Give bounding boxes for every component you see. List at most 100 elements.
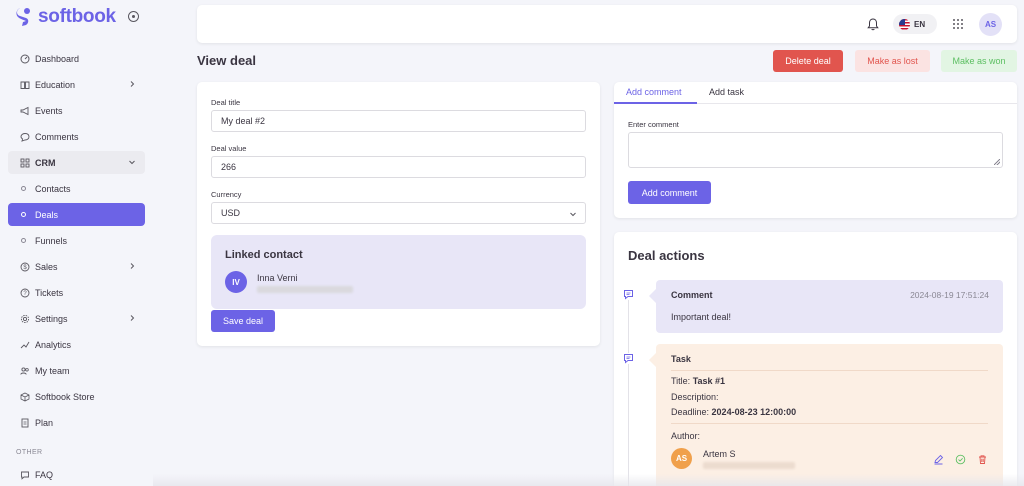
author-email-redacted [703, 462, 795, 469]
sidebar-item-settings[interactable]: Settings [8, 307, 145, 330]
timeline-line [628, 300, 629, 486]
bullet-icon [21, 186, 26, 191]
author-name: Artem S [703, 449, 736, 459]
document-icon [20, 418, 30, 428]
contact-avatar[interactable]: IV [225, 271, 247, 293]
sidebar-item-analytics[interactable]: Analytics [8, 333, 145, 356]
active-tab-indicator [614, 102, 697, 104]
section-label-other: OTHER [16, 449, 43, 456]
currency-label: Currency [211, 190, 242, 199]
deal-actions-heading: Deal actions [628, 248, 705, 263]
dollar-icon: $ [20, 262, 30, 272]
sidebar-item-education[interactable]: Education [8, 73, 145, 96]
task-deadline-prefix: Deadline: [671, 407, 710, 417]
sidebar-item-label: Contacts [35, 183, 71, 194]
deal-value-label: Deal value [211, 144, 247, 153]
contact-name[interactable]: Inna Verni [257, 273, 298, 283]
sidebar-collapse-icon[interactable] [128, 11, 139, 22]
sidebar-item-label: Plan [35, 417, 54, 428]
help-icon: ? [20, 288, 30, 298]
tab-add-comment[interactable]: Add comment [626, 87, 682, 97]
sidebar-item-faq[interactable]: FAQ [8, 463, 145, 486]
save-deal-button[interactable]: Save deal [211, 310, 275, 332]
page-title: View deal [197, 53, 257, 68]
comment-timeline-icon [623, 289, 634, 300]
divider [671, 423, 988, 424]
chevron-right-icon [130, 263, 135, 269]
task-timeline-icon [623, 353, 634, 364]
sidebar-item-label: Analytics [35, 339, 72, 350]
complete-task-icon[interactable] [955, 454, 966, 465]
chevron-right-icon [130, 81, 135, 87]
timeline-task: Task Title: Task #1 Description: Deadlin… [649, 344, 1003, 486]
sidebar-item-label: CRM [35, 157, 56, 168]
sidebar-item-label: Funnels [35, 235, 68, 246]
bullet-icon [21, 238, 26, 243]
language-switcher[interactable]: EN [893, 14, 937, 34]
sidebar-item-plan[interactable]: Plan [8, 411, 145, 434]
mark-lost-button[interactable]: Make as lost [855, 50, 930, 72]
sidebar-item-label: Education [35, 79, 76, 90]
task-description-label: Description: [671, 392, 719, 402]
task-deadline-row: Deadline: 2024-08-23 12:00:00 [671, 407, 796, 417]
sidebar-nav: Dashboard Education Events Comments CRM … [8, 47, 145, 437]
comment-text: Important deal! [671, 312, 732, 322]
sidebar-item-label: Deals [35, 209, 59, 220]
contact-email-redacted [257, 286, 353, 293]
delete-deal-button[interactable]: Delete deal [773, 50, 843, 72]
sidebar-item-deals[interactable]: Deals [8, 203, 145, 226]
sidebar-item-label: Softbook Store [35, 391, 95, 402]
linked-contact-heading: Linked contact [225, 249, 303, 261]
apps-grid-icon[interactable] [953, 19, 963, 29]
currency-value: USD [221, 208, 241, 218]
deal-value-input[interactable]: 266 [211, 156, 586, 178]
comment-textarea[interactable] [628, 132, 1003, 168]
timeline-comment: Comment 2024-08-19 17:51:24 Important de… [649, 280, 1003, 333]
sidebar-item-events[interactable]: Events [8, 99, 145, 122]
sidebar-item-softbook-store[interactable]: Softbook Store [8, 385, 145, 408]
sidebar-item-my-team[interactable]: My team [8, 359, 145, 382]
edit-task-icon[interactable] [933, 454, 944, 465]
deal-title-input[interactable]: My deal #2 [211, 110, 586, 132]
delete-task-icon[interactable] [977, 454, 988, 465]
gear-icon [20, 314, 30, 324]
mark-won-button[interactable]: Make as won [941, 50, 1017, 72]
linked-contact-panel: Linked contact IV Inna Verni [211, 235, 586, 309]
entry-type: Task [671, 354, 691, 364]
grid-icon [20, 158, 30, 168]
sidebar: softbook Dashboard Education Events Comm… [0, 0, 153, 486]
sidebar-item-label: FAQ [35, 469, 54, 480]
sidebar-item-crm[interactable]: CRM [8, 151, 145, 174]
users-icon [20, 366, 30, 376]
chevron-down-icon [129, 160, 135, 165]
sidebar-item-dashboard[interactable]: Dashboard [8, 47, 145, 70]
notification-bell-icon[interactable] [867, 18, 879, 31]
logo[interactable]: softbook [14, 6, 116, 28]
sidebar-item-sales[interactable]: $ Sales [8, 255, 145, 278]
sidebar-item-label: Tickets [35, 287, 64, 298]
book-icon [20, 80, 30, 90]
entry-type: Comment [671, 290, 713, 300]
comment-tabs: Add comment Add task [614, 82, 1017, 104]
resize-handle-icon[interactable] [994, 159, 1000, 165]
add-comment-button[interactable]: Add comment [628, 181, 711, 204]
task-title-prefix: Title: [671, 376, 691, 386]
megaphone-icon [20, 106, 30, 116]
sidebar-item-contacts[interactable]: Contacts [8, 177, 145, 200]
currency-select[interactable]: USD [211, 202, 586, 224]
user-avatar[interactable]: AS [979, 13, 1002, 36]
sidebar-item-comments[interactable]: Comments [8, 125, 145, 148]
sidebar-item-label: Sales [35, 261, 58, 272]
sidebar-item-label: Settings [35, 313, 68, 324]
task-title-value: Task #1 [692, 376, 726, 386]
store-icon [20, 392, 30, 402]
sidebar-item-tickets[interactable]: ? Tickets [8, 281, 145, 304]
language-code: EN [914, 19, 926, 29]
task-deadline-value: 2024-08-23 12:00:00 [711, 407, 797, 417]
softbook-logo-icon [16, 8, 30, 26]
sidebar-item-funnels[interactable]: Funnels [8, 229, 145, 252]
deal-title-label: Deal title [211, 98, 241, 107]
tab-add-task[interactable]: Add task [709, 87, 744, 97]
entry-timestamp: 2024-08-19 17:51:24 [910, 290, 989, 300]
bullet-icon [21, 212, 26, 217]
